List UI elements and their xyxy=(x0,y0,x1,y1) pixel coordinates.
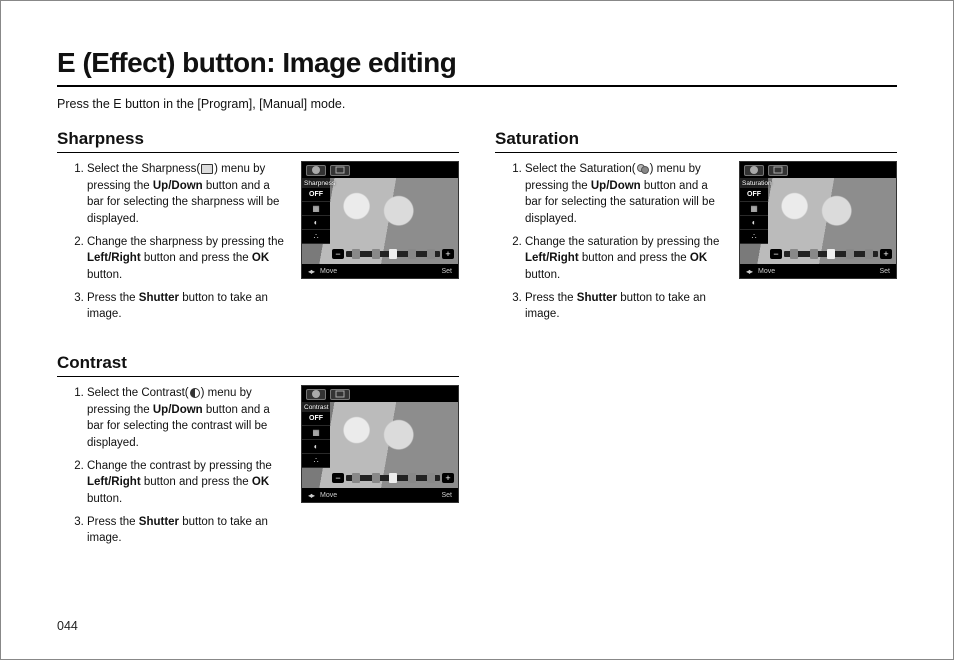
adjust-slider: − + xyxy=(770,248,892,260)
menu-item: ▦ xyxy=(302,426,330,440)
list-item: Select the Saturation() menu by pressing… xyxy=(525,161,725,228)
intro-text: Press the E button in the [Program], [Ma… xyxy=(57,97,897,111)
palette-icon xyxy=(744,165,764,176)
plus-icon: + xyxy=(880,249,892,259)
menu-item: ▦ xyxy=(740,202,768,216)
menu-item-off: OFF xyxy=(302,412,330,426)
list-item: Change the saturation by pressing the Le… xyxy=(525,234,725,284)
adjust-slider: − + xyxy=(332,248,454,260)
plus-icon: + xyxy=(442,473,454,483)
sharpness-icon xyxy=(201,164,213,174)
menu-label: Saturation xyxy=(740,178,768,188)
menu-item: ◐ xyxy=(302,440,330,454)
palette-icon xyxy=(306,165,326,176)
minus-icon: − xyxy=(770,249,782,259)
steps-saturation: Select the Saturation() menu by pressing… xyxy=(495,161,725,329)
set-label: Set xyxy=(441,268,452,275)
palette-icon xyxy=(306,389,326,400)
heading-sharpness: Sharpness xyxy=(57,129,459,153)
frame-icon xyxy=(330,165,350,176)
arrows-icon xyxy=(308,267,314,276)
move-label: Move xyxy=(320,268,337,275)
page-number: 044 xyxy=(57,619,78,633)
list-item: Press the Shutter button to take an imag… xyxy=(87,514,287,547)
list-item: Select the Contrast() menu by pressing t… xyxy=(87,385,287,452)
adjust-slider: − + xyxy=(332,472,454,484)
menu-label: Contrast xyxy=(302,402,330,412)
set-label: Set xyxy=(879,268,890,275)
page-title: E (Effect) button: Image editing xyxy=(57,47,897,87)
menu-item-off: OFF xyxy=(302,188,330,202)
steps-sharpness: Select the Sharpness() menu by pressing … xyxy=(57,161,287,329)
list-item: Select the Sharpness() menu by pressing … xyxy=(87,161,287,228)
section-saturation: Saturation Select the Saturation() menu … xyxy=(495,129,897,329)
menu-item-off: OFF xyxy=(740,188,768,202)
minus-icon: − xyxy=(332,473,344,483)
saturation-icon xyxy=(637,164,649,174)
minus-icon: − xyxy=(332,249,344,259)
menu-item: ◐ xyxy=(740,216,768,230)
plus-icon: + xyxy=(442,249,454,259)
menu-item: ◐ xyxy=(302,216,330,230)
menu-item: ∴ xyxy=(740,230,768,244)
screenshot-contrast: Contrast OFF ▦ ◐ ∴ − + xyxy=(301,385,459,503)
steps-contrast: Select the Contrast() menu by pressing t… xyxy=(57,385,287,553)
contrast-icon xyxy=(190,388,200,398)
screenshot-sharpness: Sharpness OFF ▦ ◐ ∴ − + xyxy=(301,161,459,279)
heading-saturation: Saturation xyxy=(495,129,897,153)
arrows-icon xyxy=(308,491,314,500)
arrows-icon xyxy=(746,267,752,276)
heading-contrast: Contrast xyxy=(57,353,459,377)
frame-icon xyxy=(768,165,788,176)
list-item: Change the contrast by pressing the Left… xyxy=(87,458,287,508)
move-label: Move xyxy=(758,268,775,275)
list-item: Change the sharpness by pressing the Lef… xyxy=(87,234,287,284)
menu-item: ∴ xyxy=(302,454,330,468)
section-sharpness: Sharpness Select the Sharpness() menu by… xyxy=(57,129,459,329)
section-contrast: Contrast Select the Contrast() menu by p… xyxy=(57,353,459,553)
list-item: Press the Shutter button to take an imag… xyxy=(525,290,725,323)
frame-icon xyxy=(330,389,350,400)
set-label: Set xyxy=(441,492,452,499)
move-label: Move xyxy=(320,492,337,499)
list-item: Press the Shutter button to take an imag… xyxy=(87,290,287,323)
menu-item: ▦ xyxy=(302,202,330,216)
screenshot-saturation: Saturation OFF ▦ ◐ ∴ − + xyxy=(739,161,897,279)
menu-item: ∴ xyxy=(302,230,330,244)
menu-label: Sharpness xyxy=(302,178,330,188)
